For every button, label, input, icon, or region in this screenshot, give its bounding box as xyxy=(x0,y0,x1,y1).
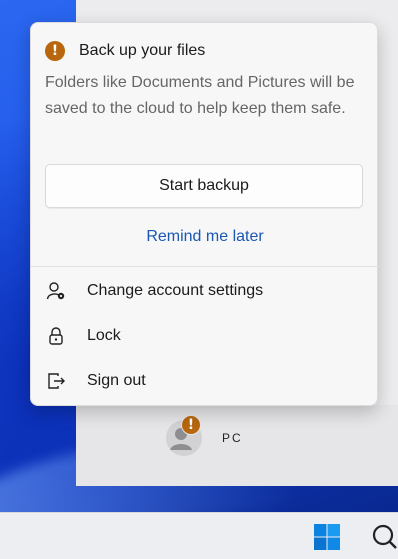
menu-item-lock[interactable]: Lock xyxy=(45,319,365,353)
lock-icon xyxy=(45,325,67,347)
warning-icon: ! xyxy=(45,41,65,61)
account-settings-icon xyxy=(45,280,67,302)
backup-header: ! Back up your files xyxy=(45,41,205,61)
sign-out-icon xyxy=(45,370,67,392)
warning-badge-icon: ! xyxy=(181,415,201,435)
search-icon xyxy=(372,524,397,549)
taskbar xyxy=(0,512,398,559)
menu-item-sign-out[interactable]: Sign out xyxy=(45,364,365,398)
menu-item-label: Sign out xyxy=(87,372,146,389)
menu-item-change-account-settings[interactable]: Change account settings xyxy=(45,274,365,308)
user-account-button[interactable]: ! PC xyxy=(164,415,243,458)
windows-logo-icon xyxy=(314,524,340,550)
avatar: ! xyxy=(164,415,204,458)
account-flyout: ! Back up your files Folders like Docume… xyxy=(30,22,379,406)
backup-description: Folders like Documents and Pictures will… xyxy=(45,74,355,117)
start-backup-button[interactable]: Start backup xyxy=(45,164,363,208)
divider xyxy=(31,266,379,267)
menu-item-label: Lock xyxy=(87,327,121,344)
menu-item-label: Change account settings xyxy=(87,282,264,299)
start-button[interactable] xyxy=(312,522,342,552)
account-name: PC xyxy=(222,431,243,445)
backup-title: Back up your files xyxy=(79,42,206,59)
search-button[interactable] xyxy=(370,522,398,552)
remind-me-later-link[interactable]: Remind me later xyxy=(31,228,379,246)
